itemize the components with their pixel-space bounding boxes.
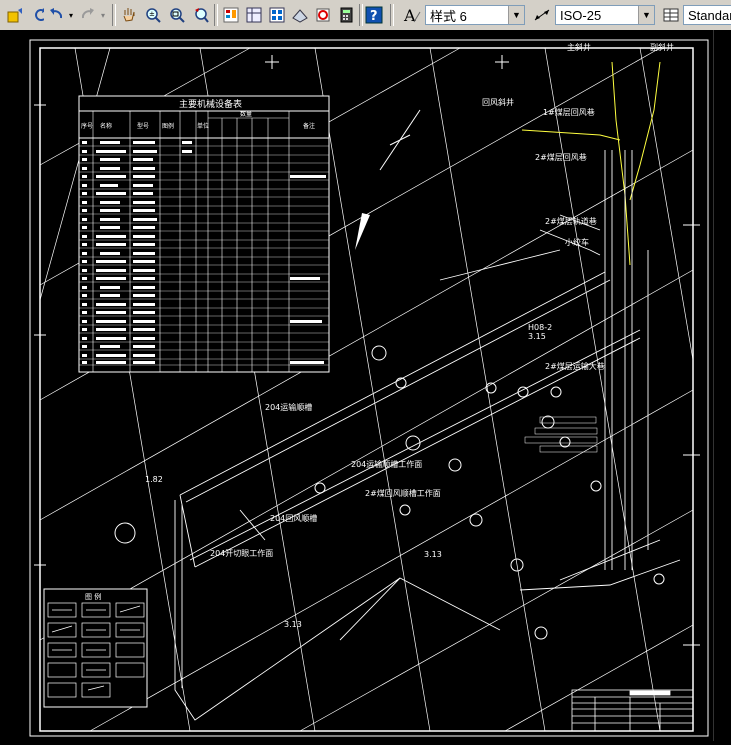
table-style-icon[interactable] bbox=[660, 4, 682, 26]
label-aux-shaft: 副斜井 bbox=[650, 42, 674, 52]
shaft-lines bbox=[521, 61, 661, 266]
table-style-select[interactable]: Standar bbox=[683, 5, 731, 25]
label-transport-roadway: 2#煤层运输大巷 bbox=[545, 361, 605, 371]
label-point-4: 3.15 bbox=[528, 332, 546, 341]
equipment-table-title: 主要机械设备表 bbox=[179, 98, 242, 110]
svg-text:±: ± bbox=[149, 10, 155, 18]
label-small-chamber: 小绞车 bbox=[565, 237, 589, 247]
label-face-1: 204运输顺槽工作面 bbox=[351, 459, 422, 469]
label-return-shaft: 回风斜井 bbox=[482, 97, 514, 107]
label-return-roadway-2: 2#煤层回风巷 bbox=[535, 152, 587, 162]
table-header: 型号 bbox=[137, 122, 149, 130]
zoom-previous-icon[interactable] bbox=[190, 4, 212, 26]
table-style-value: Standar bbox=[688, 7, 731, 23]
title-block bbox=[571, 689, 694, 732]
dim-style-select[interactable]: ISO-25 ▼ bbox=[555, 5, 655, 25]
markup-icon[interactable] bbox=[312, 4, 334, 26]
label-return-roadway-1: 1#煤层回风巷 bbox=[543, 107, 595, 117]
chevron-down-icon[interactable]: ▼ bbox=[508, 6, 524, 24]
chevron-down-icon[interactable]: ▼ bbox=[638, 6, 654, 24]
toolbar-separator bbox=[214, 4, 218, 26]
table-header: 名称 bbox=[100, 122, 112, 130]
design-center-icon[interactable] bbox=[243, 4, 265, 26]
text-style-select[interactable]: 样式 6 ▼ bbox=[425, 5, 525, 25]
table-header: 图例 bbox=[162, 122, 174, 130]
north-arrow-icon bbox=[355, 109, 421, 250]
pan-icon[interactable] bbox=[118, 4, 140, 26]
toolbar: ▾ ▾ ± ? A 样式 6 ▼ ISO-25 ▼ Standar bbox=[0, 0, 731, 31]
text-style-value: 样式 6 bbox=[430, 8, 467, 24]
label-face-3: 204回风顺槽 bbox=[270, 513, 317, 523]
label-point-1: 1.82 bbox=[145, 475, 163, 484]
toolbar-separator bbox=[359, 4, 363, 26]
table-header: 序号 bbox=[81, 122, 93, 130]
cad-drawing: 主要机械设备表 序号 名称 型号 图例 单位 数量 备注 主斜井 副斜井 回风斜… bbox=[29, 39, 709, 737]
label-cut-face: 204开切眼工作面 bbox=[210, 548, 273, 558]
toolbar-separator bbox=[112, 4, 116, 26]
zoom-realtime-icon[interactable]: ± bbox=[142, 4, 164, 26]
canvas-right-edge bbox=[713, 30, 731, 741]
drawing-canvas[interactable]: 主要机械设备表 序号 名称 型号 图例 单位 数量 备注 主斜井 副斜井 回风斜… bbox=[0, 30, 731, 741]
calculator-icon[interactable] bbox=[335, 4, 357, 26]
table-header: 备注 bbox=[303, 122, 315, 130]
label-point-2: 3.13 bbox=[424, 550, 442, 559]
help-icon[interactable]: ? bbox=[364, 4, 384, 26]
redo-button[interactable] bbox=[78, 4, 98, 26]
dim-style-icon[interactable] bbox=[530, 4, 554, 26]
zoom-window-icon[interactable] bbox=[166, 4, 188, 26]
label-track-roadway: 2#煤层轨道巷 bbox=[545, 216, 597, 226]
redo-arrow-icon[interactable]: ▾ bbox=[98, 4, 108, 26]
toolbar-separator bbox=[390, 4, 394, 26]
label-hole: H08-2 bbox=[528, 323, 552, 332]
equipment-table: 主要机械设备表 序号 名称 型号 图例 单位 数量 备注 bbox=[78, 95, 330, 373]
undo-dropdown[interactable] bbox=[34, 4, 44, 26]
text-style-icon[interactable]: A bbox=[400, 4, 424, 26]
tool-palettes-icon[interactable] bbox=[266, 4, 288, 26]
table-header: 单位 bbox=[197, 122, 209, 130]
properties-icon[interactable] bbox=[220, 4, 242, 26]
roadway-right-labels bbox=[524, 416, 598, 453]
label-point-3: 3.13 bbox=[284, 620, 302, 629]
legend: 图 例 bbox=[43, 588, 148, 708]
sheet-set-manager-icon[interactable] bbox=[289, 4, 311, 26]
match-properties-icon[interactable] bbox=[4, 4, 26, 26]
label-main-shaft: 主斜井 bbox=[567, 42, 591, 52]
label-face-2: 2#煤回风顺槽工作面 bbox=[365, 488, 441, 498]
table-header: 数量 bbox=[240, 110, 252, 118]
svg-text:?: ? bbox=[370, 9, 378, 24]
undo-button[interactable] bbox=[46, 4, 66, 26]
undo-arrow-icon[interactable]: ▾ bbox=[66, 4, 76, 26]
legend-title: 图 例 bbox=[85, 592, 101, 601]
dim-style-value: ISO-25 bbox=[560, 7, 602, 23]
label-belt-1: 204运输顺槽 bbox=[265, 402, 312, 412]
